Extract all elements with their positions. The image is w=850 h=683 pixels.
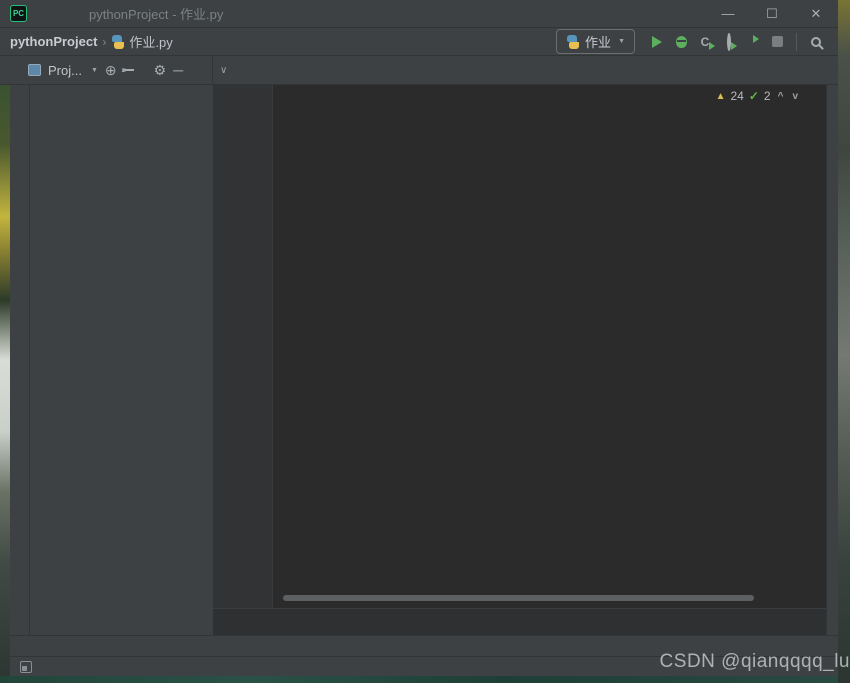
right-tool-window-bar bbox=[826, 56, 838, 635]
chevron-down-icon: ▼ bbox=[618, 38, 625, 45]
navigation-toolbar: pythonProject › 作业.py 作业 ▼ C bbox=[0, 28, 838, 56]
python-file-icon bbox=[566, 35, 580, 49]
maximize-button[interactable]: ☐ bbox=[750, 6, 794, 22]
prev-issue-chevron-icon[interactable]: ^ bbox=[776, 91, 786, 102]
breadcrumb-bar bbox=[213, 608, 826, 635]
desktop-wallpaper-right bbox=[838, 0, 850, 683]
project-panel-header: Proj... ▼ ⊕ ⚙ ─ bbox=[0, 56, 213, 84]
locate-file-button[interactable]: ⊕ bbox=[105, 62, 117, 79]
editor-gutter bbox=[213, 85, 273, 608]
check-icon: ✓ bbox=[749, 89, 759, 103]
next-issue-chevron-icon[interactable]: v bbox=[790, 91, 800, 102]
pycharm-logo-icon: PC bbox=[10, 5, 27, 22]
window-title: pythonProject - 作业.py bbox=[89, 4, 223, 23]
run-toolbar: 作业 ▼ C bbox=[556, 29, 828, 54]
minimize-button[interactable]: — bbox=[706, 6, 750, 22]
search-icon bbox=[811, 37, 821, 47]
chevron-down-icon: ▼ bbox=[91, 67, 98, 74]
python-file-icon bbox=[111, 35, 125, 49]
run-config-selector[interactable]: 作业 ▼ bbox=[556, 29, 635, 54]
passed-count: 2 bbox=[764, 89, 771, 103]
play-icon bbox=[652, 36, 662, 48]
error-stripe[interactable] bbox=[810, 85, 826, 608]
collapse-all-button[interactable] bbox=[124, 64, 135, 76]
search-everywhere-button[interactable] bbox=[804, 30, 828, 54]
project-panel-icon bbox=[28, 64, 41, 76]
concurrency-diagram-button[interactable] bbox=[741, 30, 765, 54]
code-editor[interactable]: ▲ 24 ✓ 2 ^ v bbox=[213, 85, 826, 635]
title-bar: PC pythonProject - 作业.py — ☐ ✕ bbox=[0, 0, 838, 28]
inspection-widget[interactable]: ▲ 24 ✓ 2 ^ v bbox=[716, 89, 800, 103]
run-config-name: 作业 bbox=[585, 32, 611, 51]
profiler-clock-icon bbox=[727, 35, 731, 49]
nav-breadcrumb-project[interactable]: pythonProject bbox=[10, 34, 97, 49]
bug-icon bbox=[676, 36, 687, 48]
run-button[interactable] bbox=[645, 30, 669, 54]
close-button[interactable]: ✕ bbox=[794, 6, 838, 22]
main-area: ▲ 24 ✓ 2 ^ v bbox=[10, 85, 826, 635]
tool-window-toggle-icon[interactable] bbox=[20, 661, 32, 673]
warning-triangle-icon: ▲ bbox=[716, 91, 726, 102]
stop-button[interactable] bbox=[765, 30, 789, 54]
project-view-selector[interactable]: Proj... bbox=[48, 63, 82, 78]
toolbar-divider bbox=[796, 33, 797, 51]
profiler-button[interactable] bbox=[717, 30, 741, 54]
nav-breadcrumb-file[interactable]: 作业.py bbox=[129, 32, 172, 51]
hidden-tabs-chevron[interactable]: ∨ bbox=[213, 56, 234, 84]
project-tree-panel bbox=[30, 85, 213, 635]
editor-tab-bar: Proj... ▼ ⊕ ⚙ ─ ∨ bbox=[0, 56, 838, 85]
warning-count: 24 bbox=[730, 89, 743, 103]
hide-panel-button[interactable]: ─ bbox=[173, 62, 183, 78]
pycharm-window: PC pythonProject - 作业.py — ☐ ✕ pythonPro… bbox=[0, 0, 850, 683]
debug-button[interactable] bbox=[669, 30, 693, 54]
window-controls: — ☐ ✕ bbox=[706, 6, 838, 22]
stop-icon bbox=[772, 36, 783, 47]
settings-gear-button[interactable]: ⚙ bbox=[154, 62, 167, 79]
csdn-watermark: CSDN @qianqqqq_lu bbox=[660, 651, 850, 673]
coverage-icon: C bbox=[701, 35, 710, 49]
desktop-wallpaper-left bbox=[0, 85, 10, 683]
editor-horizontal-scrollbar[interactable] bbox=[283, 595, 754, 601]
left-tool-window-bar bbox=[10, 85, 30, 635]
desktop-wallpaper-bottom bbox=[0, 676, 838, 683]
run-with-coverage-button[interactable]: C bbox=[693, 30, 717, 54]
chevron-right-icon: › bbox=[102, 35, 106, 49]
